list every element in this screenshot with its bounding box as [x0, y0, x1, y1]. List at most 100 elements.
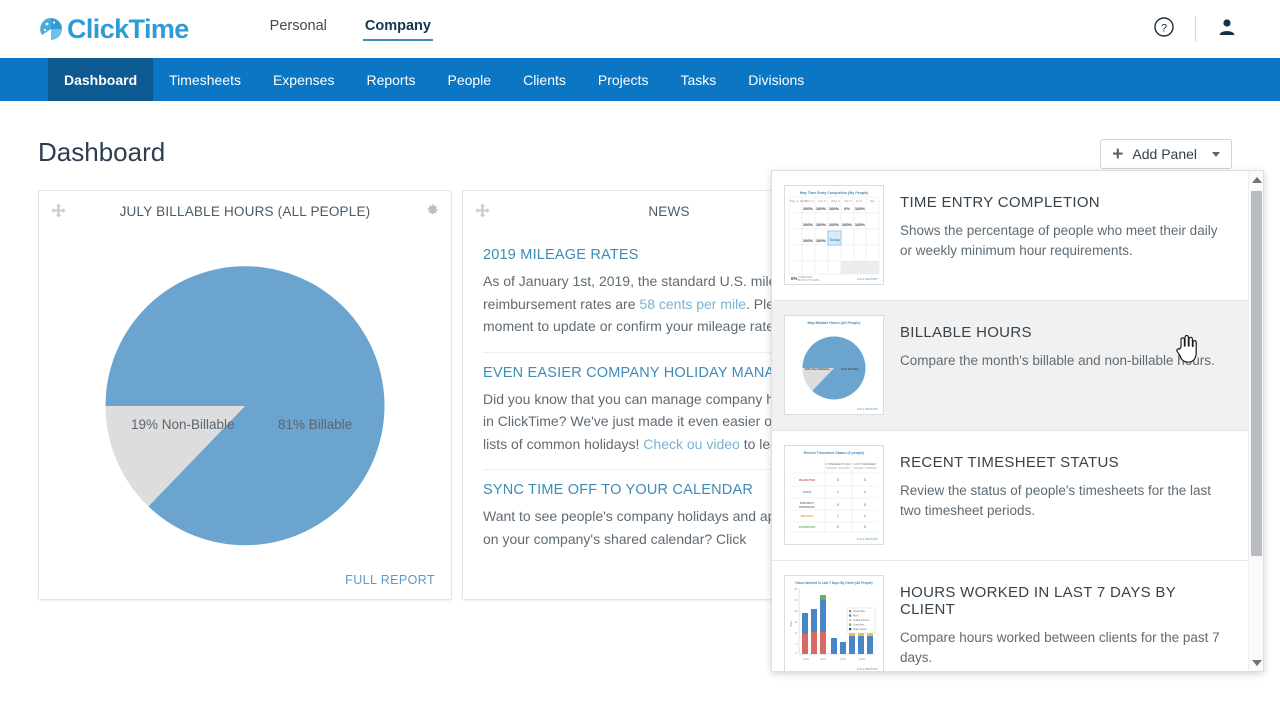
svg-text:5/16/2019 - 5/31/2019: 5/16/2019 - 5/31/2019 [826, 467, 850, 470]
svg-text:MONTH TO DATE: MONTH TO DATE [798, 278, 819, 282]
svg-text:FULL REPORT: FULL REPORT [857, 277, 878, 281]
panel-title: JULY BILLABLE HOURS (ALL PEOPLE) [119, 203, 371, 219]
svg-text:Today: Today [829, 237, 840, 242]
svg-text:100%: 100% [803, 222, 814, 227]
nav-item-tasks[interactable]: Tasks [664, 58, 732, 101]
topnav-item-personal[interactable]: Personal [270, 19, 327, 40]
panel-option-list: May Time Entry Completion (My People) Ma… [772, 171, 1249, 671]
nav-item-divisions[interactable]: Divisions [732, 58, 820, 101]
scroll-down-arrow-icon[interactable] [1249, 654, 1263, 671]
help-circle-icon: ? [1153, 16, 1175, 43]
main-navigation: Dashboard Timesheets Expenses Reports Pe… [0, 58, 1280, 101]
nav-item-reports[interactable]: Reports [350, 58, 431, 101]
clicktime-pie-logo-icon [38, 16, 64, 42]
svg-text:19% Non-Billable: 19% Non-Billable [804, 367, 829, 371]
move-handle-icon[interactable] [51, 203, 66, 220]
svg-text:OPEN: OPEN [803, 490, 812, 494]
svg-text:Wed 4: Wed 4 [831, 199, 840, 203]
svg-text:REJECTED: REJECTED [799, 478, 816, 482]
svg-text:0: 0 [837, 478, 839, 482]
svg-text:May Time Entry Completion (My: May Time Entry Completion (My People) [800, 191, 869, 195]
svg-text:100%: 100% [855, 222, 866, 227]
svg-text:0: 0 [864, 478, 866, 482]
svg-text:100%: 100% [803, 206, 814, 211]
chevron-down-icon[interactable] [1212, 151, 1220, 157]
svg-text:100%: 100% [816, 238, 827, 243]
svg-text:1: 1 [864, 514, 866, 518]
account-menu-button[interactable] [1204, 6, 1250, 52]
svg-text:APPROVAL: APPROVAL [799, 505, 816, 509]
pie-label-billable: 81% Billable [278, 417, 353, 432]
svg-text:0: 0 [837, 503, 839, 507]
svg-text:FULL REPORT: FULL REPORT [857, 537, 878, 541]
svg-text:Fri 6: Fri 6 [856, 199, 862, 203]
nav-item-dashboard[interactable]: Dashboard [48, 58, 154, 101]
nav-item-timesheets[interactable]: Timesheets [153, 58, 257, 101]
svg-text:Hours: Hours [790, 620, 793, 627]
clicktime-logo[interactable]: ClickTime [38, 14, 189, 45]
thumbnail-bar-chart: Hours Worked In Last 7 Days By Client (A… [784, 575, 884, 671]
add-panel-control: + Add Panel [1100, 139, 1232, 169]
panel-option-time-entry-completion[interactable]: May Time Entry Completion (My People) Ma… [772, 171, 1249, 301]
svg-text:10/16: 10/16 [859, 659, 865, 661]
scroll-up-arrow-icon[interactable] [1249, 171, 1263, 188]
help-button[interactable]: ? [1141, 6, 1187, 52]
full-report-link[interactable]: FULL REPORT [345, 573, 435, 587]
panel-option-title: TIME ENTRY COMPLETION [900, 194, 1100, 211]
header-divider [1195, 16, 1196, 42]
svg-text:United Arts: United Arts [853, 624, 865, 627]
nav-item-clients[interactable]: Clients [507, 58, 582, 101]
news-inline-link[interactable]: 58 cents per mile [639, 296, 746, 312]
svg-text:?: ? [1161, 22, 1167, 34]
svg-text:FULL REPORT: FULL REPORT [857, 667, 878, 671]
svg-text:WAITING: WAITING [801, 514, 814, 518]
account-scope-nav: Personal Company [270, 19, 434, 41]
panel-option-text: BILLABLE HOURS Compare the month's billa… [900, 315, 1215, 416]
panel-option-text: RECENT TIMESHEET STATUS Review the statu… [900, 445, 1231, 546]
svg-text:10/15: 10/15 [840, 659, 846, 661]
news-inline-link[interactable]: Check ou video [643, 436, 740, 452]
panel-option-title: HOURS WORKED IN LAST 7 DAYS BY CLIENT [900, 584, 1176, 618]
header-actions: ? [1141, 0, 1250, 58]
svg-text:LAST TIMESHEET: LAST TIMESHEET [854, 462, 877, 466]
svg-text:100%: 100% [829, 222, 840, 227]
svg-text:100%: 100% [842, 222, 853, 227]
topnav-item-company[interactable]: Company [362, 19, 434, 41]
panel-option-recent-timesheet-status[interactable]: Recent Timesheet Status (5 people) 1 TIM… [772, 431, 1249, 561]
svg-text:Recent Timesheet Status (5 peo: Recent Timesheet Status (5 people) [804, 451, 865, 455]
page-title: Dashboard [38, 137, 166, 167]
panel-option-billable-hours[interactable]: May Billable Hours (All People) 19% Non-… [772, 301, 1249, 431]
plus-icon: + [1112, 143, 1124, 165]
add-panel-button[interactable]: + Add Panel [1100, 139, 1232, 169]
scrollbar-thumb[interactable] [1251, 191, 1262, 556]
thumbnail-calendar: May Time Entry Completion (My People) Ma… [784, 185, 884, 285]
panel-option-hours-worked-by-client[interactable]: Hours Worked In Last 7 Days By Client (A… [772, 561, 1249, 671]
pie-chart-svg [105, 266, 385, 546]
gear-icon[interactable] [424, 201, 439, 221]
thumbnail-table: Recent Timesheet Status (5 people) 1 TIM… [784, 445, 884, 545]
svg-text:100%: 100% [855, 206, 866, 211]
svg-text:100%: 100% [829, 206, 840, 211]
svg-text:Hours Worked In Last 7 Days By: Hours Worked In Last 7 Days By Client (A… [795, 581, 872, 585]
svg-text:1 TIMESHEETS AGO: 1 TIMESHEETS AGO [825, 462, 851, 466]
panel-option-text: TIME ENTRY COMPLETION Shows the percenta… [900, 185, 1231, 286]
move-handle-icon[interactable] [475, 203, 490, 220]
svg-text:10/13: 10/13 [820, 659, 826, 661]
svg-text:Virgin Airwest: Virgin Airwest [853, 628, 867, 631]
dropdown-scrollbar[interactable] [1248, 171, 1263, 671]
svg-text:Mon 2: Mon 2 [805, 199, 814, 203]
svg-text:100%: 100% [816, 206, 827, 211]
svg-text:FULL REPORT: FULL REPORT [857, 407, 878, 411]
svg-text:Great Oaks: Great Oaks [853, 610, 866, 613]
svg-text:10/11: 10/11 [803, 659, 809, 661]
nav-item-expenses[interactable]: Expenses [257, 58, 350, 101]
nav-item-people[interactable]: People [431, 58, 507, 101]
svg-text:0%: 0% [791, 276, 797, 281]
svg-text:Sat: Sat [870, 199, 875, 203]
svg-text:0%: 0% [844, 206, 850, 211]
panel-option-description: Review the status of people's timesheets… [900, 483, 1211, 518]
nav-item-projects[interactable]: Projects [582, 58, 665, 101]
pie-label-nonbillable: 19% Non-Billable [131, 417, 235, 432]
svg-text:0: 0 [864, 525, 866, 529]
panel-option-description: Shows the percentage of people who meet … [900, 223, 1218, 258]
